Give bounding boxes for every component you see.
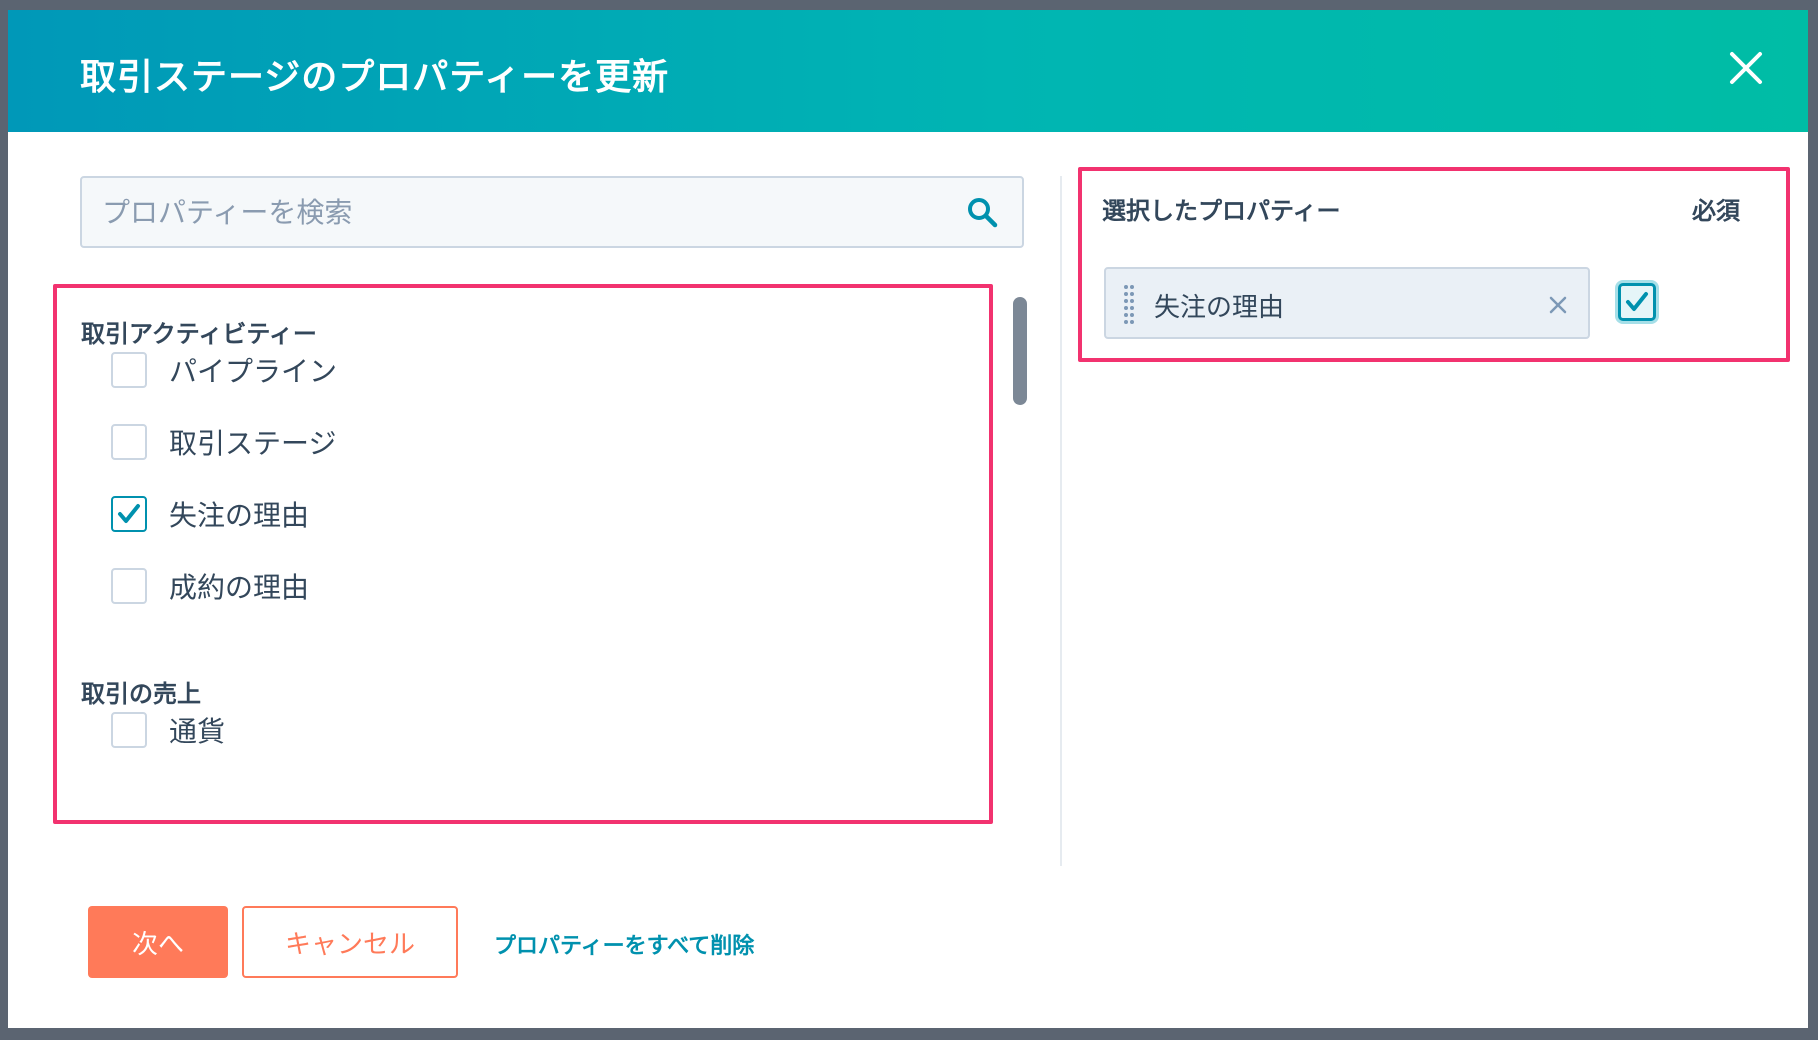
checkmark-icon [118, 504, 140, 523]
properties-dialog: 取引ステージのプロパティーを更新 取引アクティビティー パイプライン 取引ステー… [8, 10, 1808, 1028]
dialog-header: 取引ステージのプロパティーを更新 [8, 10, 1808, 132]
option-label: 通貨 [169, 715, 226, 748]
drag-handle-icon[interactable] [1122, 283, 1136, 325]
selected-properties-panel: 選択したプロパティー 必須 失注の理由 [1078, 167, 1790, 362]
selected-properties-title: 選択したプロパティー [1102, 197, 1341, 225]
scrollbar-thumb[interactable] [1013, 297, 1027, 405]
remove-all-properties-link[interactable]: プロパティーをすべて削除 [494, 928, 754, 960]
checkmark-icon [1626, 292, 1648, 311]
search-icon[interactable] [966, 196, 998, 228]
checkbox-checked[interactable] [111, 496, 147, 532]
checkbox[interactable] [111, 712, 147, 748]
required-column-header: 必須 [1692, 197, 1740, 225]
option-label: パイプライン [169, 355, 338, 388]
dialog-title: 取引ステージのプロパティーを更新 [80, 57, 670, 98]
option-closed-won-reason[interactable]: 成約の理由 [111, 566, 309, 606]
group-title-deal-activity: 取引アクティビティー [81, 320, 317, 348]
option-closed-lost-reason[interactable]: 失注の理由 [111, 494, 309, 534]
selected-property-label: 失注の理由 [1154, 293, 1285, 323]
option-pipeline[interactable]: パイプライン [111, 350, 337, 390]
search-field [80, 176, 1024, 248]
search-input[interactable] [82, 178, 952, 246]
column-divider [1060, 176, 1062, 866]
close-button[interactable] [1728, 50, 1764, 86]
option-label: 失注の理由 [169, 499, 310, 532]
checkbox[interactable] [111, 568, 147, 604]
close-icon [1730, 52, 1762, 84]
option-deal-stage[interactable]: 取引ステージ [111, 422, 336, 462]
next-button[interactable]: 次へ [88, 906, 228, 978]
remove-icon[interactable] [1548, 295, 1568, 315]
option-label: 取引ステージ [169, 427, 337, 460]
checkbox[interactable] [111, 424, 147, 460]
checkbox[interactable] [111, 352, 147, 388]
option-currency[interactable]: 通貨 [111, 710, 225, 750]
option-label: 成約の理由 [169, 571, 310, 604]
property-list: 取引アクティビティー パイプライン 取引ステージ 失注の理由 成約の理由 取引の… [53, 284, 993, 824]
group-title-deal-revenue: 取引の売上 [81, 680, 201, 708]
cancel-button[interactable]: キャンセル [242, 906, 458, 978]
required-checkbox[interactable] [1618, 283, 1656, 321]
selected-property-item[interactable]: 失注の理由 [1104, 267, 1590, 339]
